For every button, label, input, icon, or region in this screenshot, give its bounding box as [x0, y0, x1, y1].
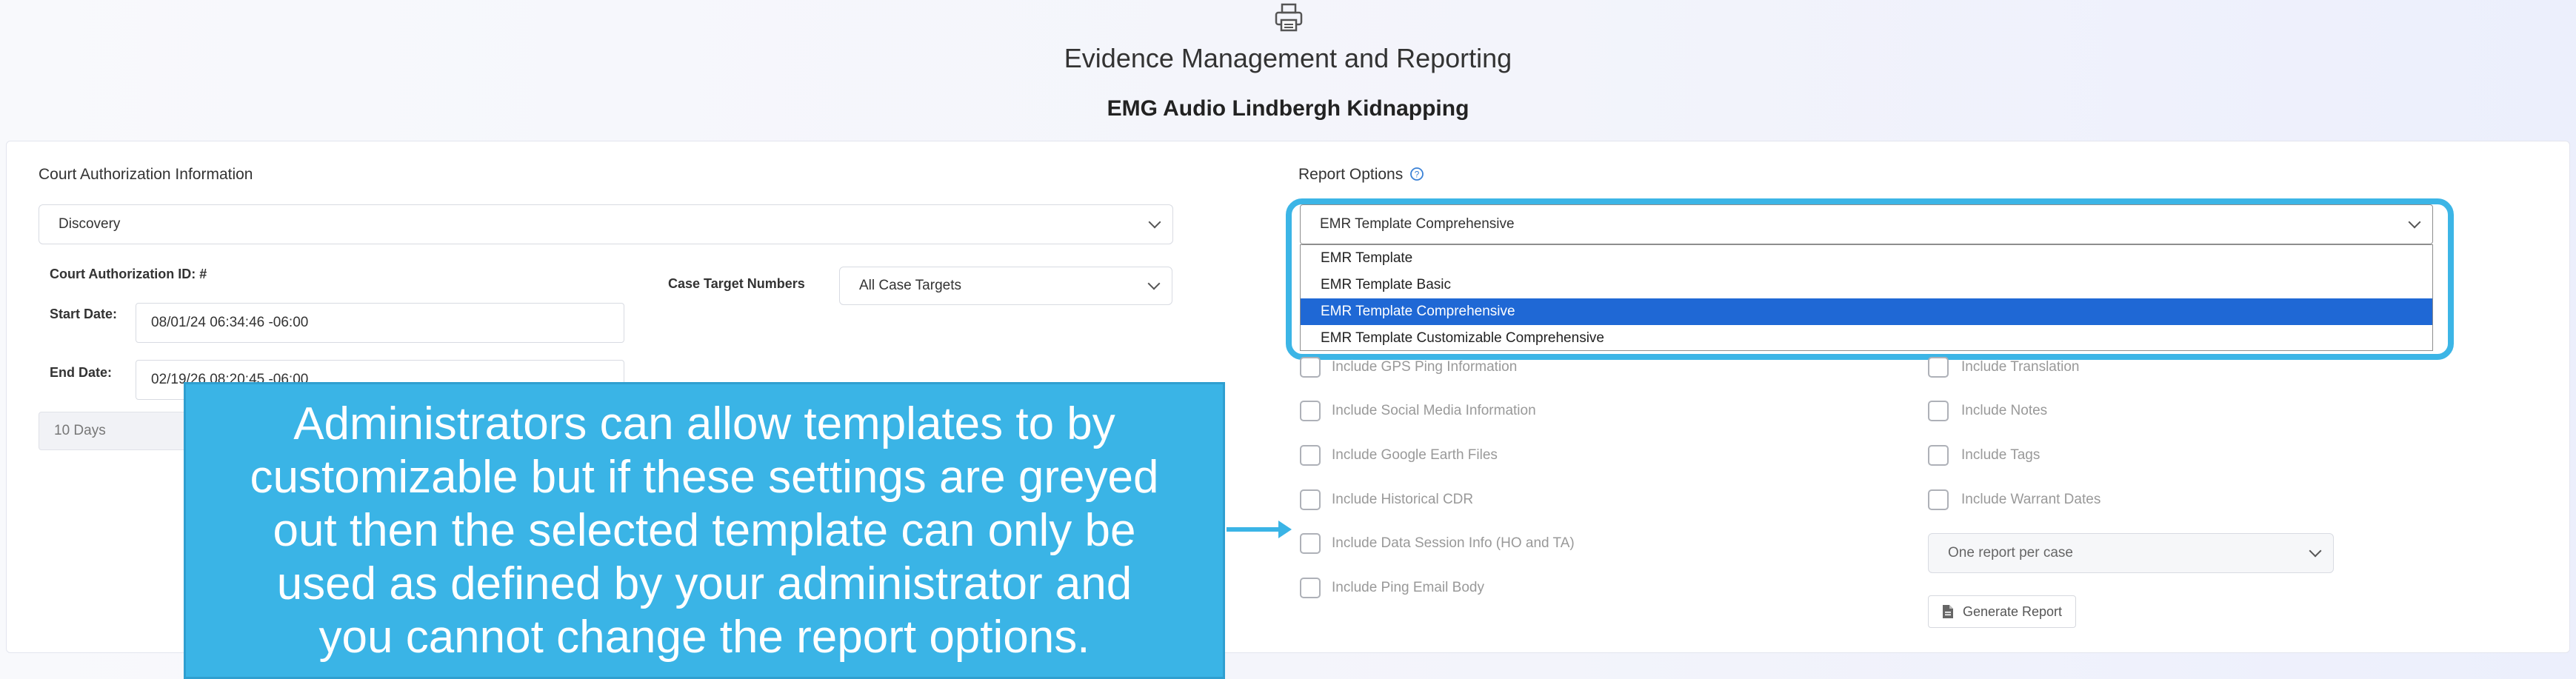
report-options-title: Report Options [1298, 166, 1404, 183]
tags-label: Include Tags [1961, 447, 2041, 463]
social-media-label: Include Social Media Information [1332, 403, 1536, 418]
generate-report-label: Generate Report [1962, 603, 2063, 619]
data-session-checkbox[interactable] [1300, 533, 1321, 554]
tags-checkbox[interactable] [1928, 445, 1949, 466]
end-date-label: End Date: [50, 365, 113, 380]
start-date-field[interactable]: 08/01/24 06:34:46 -06:00 [136, 303, 624, 343]
gps-ping-checkbox[interactable] [1300, 357, 1321, 378]
ping-email-label: Include Ping Email Body [1332, 580, 1484, 595]
warrant-dates-label: Include Warrant Dates [1961, 492, 2101, 507]
report-template-select[interactable]: EMR Template Comprehensive [1300, 204, 2433, 244]
template-option[interactable]: EMR Template Customizable Comprehensive [1301, 325, 2432, 352]
start-date-label: Start Date: [50, 307, 118, 321]
callout-line: customizable but if these settings are g… [250, 452, 1159, 503]
case-targets-label: Case Target Numbers [668, 276, 805, 291]
google-earth-label: Include Google Earth Files [1332, 447, 1498, 463]
callout-arrow-head [1278, 521, 1292, 538]
page-subtitle: EMG Audio Lindbergh Kidnapping [1107, 96, 1469, 121]
chevron-down-icon [2408, 215, 2421, 229]
historical-cdr-checkbox[interactable] [1300, 489, 1321, 510]
template-option[interactable]: EMR Template Basic [1301, 272, 2432, 298]
annotation-callout: Administrators can allow templates to by… [184, 382, 1225, 679]
page-title: Evidence Management and Reporting [1064, 43, 1512, 73]
social-media-checkbox[interactable] [1300, 401, 1321, 421]
callout-line: Administrators can allow templates to by [293, 398, 1115, 449]
report-template-value: EMR Template Comprehensive [1320, 216, 1515, 232]
data-session-label: Include Data Session Info (HO and TA) [1332, 535, 1575, 551]
translation-checkbox[interactable] [1928, 357, 1949, 378]
translation-label: Include Translation [1961, 359, 2080, 375]
callout-line: used as defined by your administrator an… [276, 558, 1132, 609]
template-dropdown-list: EMR Template EMR Template Basic EMR Temp… [1300, 244, 2433, 351]
svg-text:?: ? [1415, 170, 1420, 180]
gps-ping-label: Include GPS Ping Information [1332, 359, 1518, 375]
google-earth-checkbox[interactable] [1300, 445, 1321, 466]
warrant-dates-checkbox[interactable] [1928, 489, 1949, 510]
court-auth-select-value: Discovery [59, 216, 121, 232]
chevron-down-icon [2309, 544, 2322, 558]
template-option[interactable]: EMR Template [1301, 245, 2432, 272]
callout-line: out then the selected template can only … [273, 505, 1136, 556]
notes-label: Include Notes [1961, 403, 2048, 418]
ping-email-checkbox[interactable] [1300, 578, 1321, 598]
chevron-down-icon [1148, 215, 1161, 229]
template-option-selected[interactable]: EMR Template Comprehensive [1301, 298, 2432, 325]
court-auth-id-label: Court Authorization ID: # [50, 267, 207, 281]
callout-line: you cannot change the report options. [318, 612, 1090, 663]
duration-field: 10 Days [39, 412, 201, 450]
historical-cdr-label: Include Historical CDR [1332, 492, 1474, 507]
case-targets-select[interactable]: All Case Targets [839, 267, 1172, 305]
report-mode-value: One report per case [1948, 545, 2073, 561]
case-targets-value: All Case Targets [859, 278, 961, 293]
printer-icon[interactable] [1272, 1, 1305, 34]
court-auth-select[interactable]: Discovery [39, 204, 1173, 244]
callout-arrow [1227, 527, 1280, 532]
duration-value: 10 Days [54, 423, 106, 438]
generate-report-button[interactable]: Generate Report [1928, 595, 2076, 628]
chevron-down-icon [1147, 277, 1161, 290]
report-mode-select[interactable]: One report per case [1928, 533, 2334, 573]
document-icon [1942, 605, 1953, 618]
notes-checkbox[interactable] [1928, 401, 1949, 421]
start-date-value: 08/01/24 06:34:46 -06:00 [151, 315, 309, 330]
question-circle-icon[interactable]: ? [1409, 167, 1424, 181]
court-auth-title: Court Authorization Information [39, 166, 253, 183]
